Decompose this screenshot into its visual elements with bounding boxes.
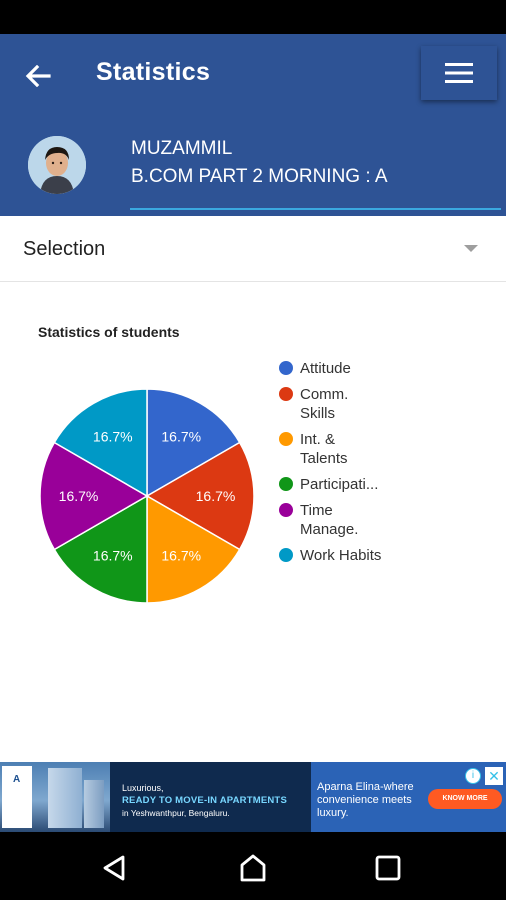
legend-label: Participati... <box>300 476 378 493</box>
legend-label: Int. & <box>300 431 335 448</box>
nav-home-icon <box>240 854 266 882</box>
legend-label: Work Habits <box>300 547 381 564</box>
nav-recents-button[interactable] <box>364 844 412 892</box>
nav-back-icon <box>103 855 125 881</box>
pie-chart: Statistics of students 16.7% 16.7% 16.7% 16… <box>38 324 381 604</box>
legend-swatch <box>279 387 293 401</box>
ad-small-text: Luxurious, <box>122 783 164 793</box>
ad-close-icon[interactable]: ✕ <box>485 767 503 785</box>
nav-home-button[interactable] <box>229 844 277 892</box>
dropdown-caret-icon <box>464 245 478 252</box>
nav-recents-icon <box>375 855 401 881</box>
ad-info-icon[interactable]: i <box>465 768 481 784</box>
selection-label: Selection <box>23 238 106 260</box>
navigation-bar <box>0 832 506 900</box>
app-header: Statistics MUZAMMIL B.COM PART 2 MORNING… <box>0 34 506 216</box>
legend-swatch <box>279 361 293 375</box>
legend-label: Talents <box>300 450 348 467</box>
selection-dropdown[interactable]: Selection <box>0 216 506 282</box>
avatar <box>28 136 86 194</box>
ad-cta-button[interactable]: KNOW MORE <box>428 789 502 809</box>
slice-value-label: 16.7% <box>93 547 133 563</box>
pie-chart-area: Statistics of students 16.7% 16.7% 16.7% 16… <box>0 283 506 761</box>
back-button[interactable] <box>18 56 58 96</box>
slice-value-label: 16.7% <box>93 429 133 445</box>
legend-swatch <box>279 432 293 446</box>
menu-button[interactable] <box>421 46 497 100</box>
back-arrow-icon <box>25 65 51 87</box>
ad-sub-text: in Yeshwanthpur, Bengaluru. <box>122 808 230 818</box>
page-title: Statistics <box>96 58 211 86</box>
student-name: MUZAMMIL <box>131 138 233 159</box>
nav-back-button[interactable] <box>90 844 138 892</box>
ad-building-image: A <box>0 762 110 832</box>
slice-value-label: 16.7% <box>196 488 236 504</box>
chart-title: Statistics of students <box>38 324 180 340</box>
legend-swatch <box>279 548 293 562</box>
legend-swatch <box>279 503 293 517</box>
student-class: B.COM PART 2 MORNING : A <box>131 166 388 187</box>
legend-label: Comm. <box>300 386 348 403</box>
legend-label: Attitude <box>300 360 351 377</box>
hamburger-menu-icon <box>445 63 473 83</box>
ad-right-text: Aparna Elina-where convenience meets lux… <box>317 781 414 819</box>
slice-value-label: 16.7% <box>161 547 201 563</box>
status-bar <box>0 0 506 34</box>
legend-swatch <box>279 477 293 491</box>
legend-label: Skills <box>300 405 335 422</box>
slice-value-label: 16.7% <box>161 429 201 445</box>
legend-label: Manage. <box>300 521 358 538</box>
legend-label: Time <box>300 502 333 519</box>
ad-headline: READY TO MOVE-IN APARTMENTS <box>122 795 287 806</box>
header-underline <box>130 208 501 210</box>
slice-value-label: 16.7% <box>59 488 99 504</box>
